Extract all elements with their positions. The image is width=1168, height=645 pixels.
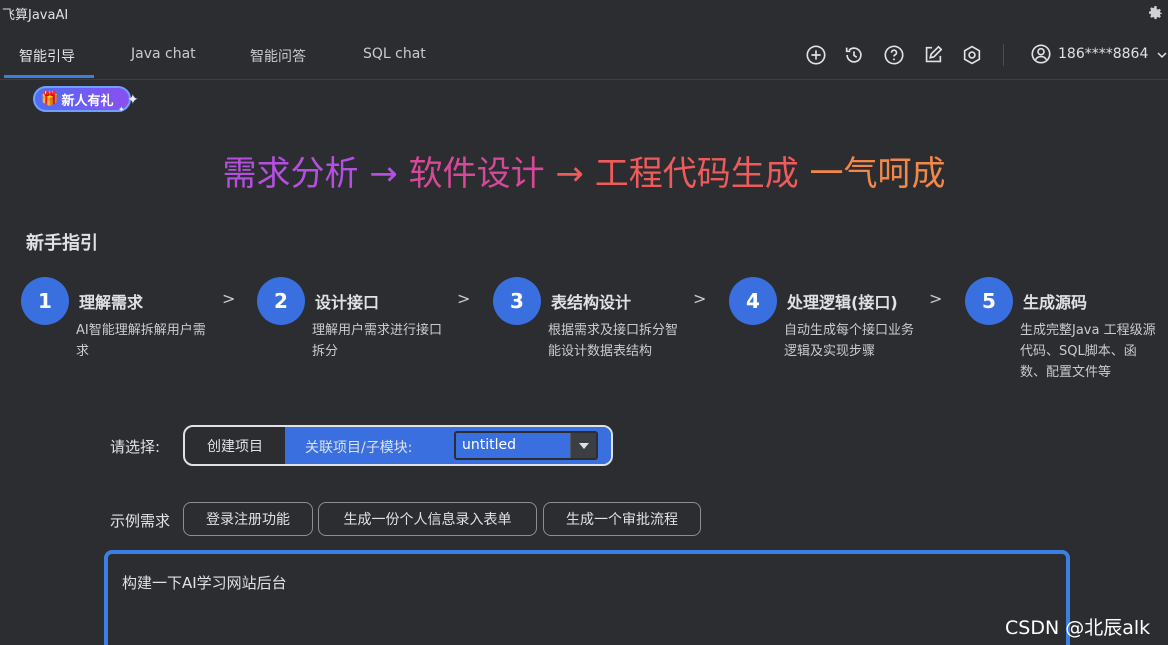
tab-bar: 智能引导 Java chat 智能问答 SQL chat 186****8864 — [0, 26, 1168, 80]
step-arrow: > — [457, 289, 471, 308]
step-description: 生成完整Java 工程级源代码、SQL脚本、函数、配置文件等 — [1020, 323, 1156, 380]
example-chip-form[interactable]: 生成一份个人信息录入表单 — [318, 502, 537, 536]
link-project-option[interactable]: 关联项目/子模块: untitled — [285, 427, 611, 464]
guide-title: 新手指引 — [26, 233, 98, 254]
step-description: 理解用户需求进行接口拆分 — [312, 323, 443, 359]
step-arrow: > — [222, 289, 236, 308]
tab-smart-qa[interactable]: 智能问答 — [250, 46, 306, 66]
step-number: 3 — [493, 277, 541, 325]
example-label: 示例需求 — [110, 512, 171, 530]
step-number: 4 — [729, 277, 777, 325]
tab-sql-chat[interactable]: SQL chat — [363, 46, 426, 62]
step-title: 理解需求 — [79, 293, 144, 312]
edit-icon[interactable] — [922, 44, 944, 66]
step-title: 设计接口 — [315, 293, 380, 312]
gift-badge-label: 新人有礼 — [61, 93, 114, 109]
gift-icon: 🎁 — [41, 91, 59, 107]
headline-arrow-2: → — [544, 154, 595, 194]
add-circle-icon[interactable] — [805, 44, 827, 66]
project-module-select[interactable]: untitled — [454, 431, 598, 460]
example-chip-approval[interactable]: 生成一个审批流程 — [543, 502, 701, 536]
app-title: 飞算JavaAI — [2, 8, 69, 23]
headline-part-4: 一气呵成 — [798, 154, 946, 194]
step-title: 生成源码 — [1023, 293, 1088, 312]
headline-part-3: 工程代码生成 — [594, 154, 799, 194]
help-icon[interactable] — [883, 44, 905, 66]
step-number: 2 — [257, 277, 305, 325]
step-description: 自动生成每个接口业务逻辑及实现步骤 — [784, 323, 915, 359]
link-project-label: 关联项目/子模块: — [305, 440, 413, 456]
title-bar: 飞算JavaAI — [0, 0, 1168, 26]
headline-part-2: 软件设计 — [408, 154, 545, 194]
headline: 需求分析 → 软件设计 → 工程代码生成 一气呵成 — [0, 146, 1168, 195]
step-arrow: > — [693, 289, 707, 308]
step-number: 5 — [965, 277, 1013, 325]
requirement-input[interactable]: 构建一下AI学习网站后台 — [104, 550, 1070, 645]
select-label: 请选择: — [110, 438, 161, 456]
step-description: 根据需求及接口拆分智能设计数据表结构 — [548, 323, 679, 359]
example-chip-login[interactable]: 登录注册功能 — [183, 502, 313, 536]
project-mode-selector: 创建项目 关联项目/子模块: untitled — [183, 425, 613, 466]
headline-arrow-1: → — [358, 154, 409, 194]
tab-smart-guide[interactable]: 智能引导 — [19, 46, 75, 66]
new-user-gift-badge[interactable]: 🎁 新人有礼 — [33, 86, 131, 112]
dropdown-arrow-icon[interactable] — [570, 433, 596, 458]
sparkle-small-icon: ✦ — [118, 105, 125, 114]
user-icon[interactable] — [1030, 43, 1052, 65]
user-phone[interactable]: 186****8864 — [1058, 46, 1148, 62]
settings-hex-icon[interactable] — [961, 44, 983, 66]
step-description: AI智能理解拆解用户需求 — [76, 323, 206, 359]
watermark: CSDN @北辰alk — [1005, 617, 1151, 639]
active-tab-indicator — [4, 75, 94, 78]
step-number: 1 — [21, 277, 69, 325]
toolbar-divider — [1003, 44, 1004, 66]
history-icon[interactable] — [843, 44, 865, 66]
chevron-down-icon[interactable] — [1156, 46, 1168, 59]
headline-part-1: 需求分析 — [222, 154, 359, 194]
sparkle-icon: ✦ — [127, 92, 139, 108]
create-project-button[interactable]: 创建项目 — [185, 427, 285, 464]
step-title: 表结构设计 — [551, 293, 632, 312]
requirement-input-text: 构建一下AI学习网站后台 — [122, 574, 287, 592]
project-module-value: untitled — [462, 437, 517, 453]
tab-java-chat[interactable]: Java chat — [131, 46, 196, 62]
step-title: 处理逻辑(接口) — [787, 293, 898, 312]
gear-icon[interactable] — [1146, 3, 1164, 21]
step-arrow: > — [929, 289, 943, 308]
